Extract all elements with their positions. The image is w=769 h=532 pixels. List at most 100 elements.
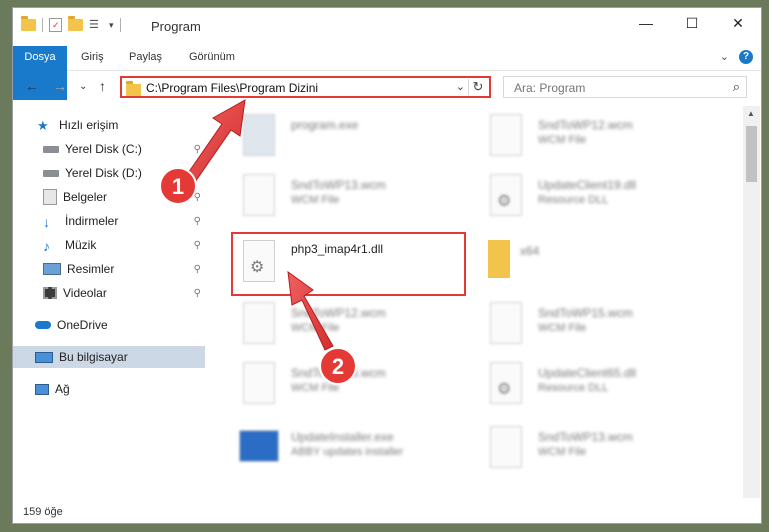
file-type: WCM File — [538, 134, 587, 146]
sidebar-item-disk-d[interactable]: Yerel Disk (D:) ⚲ — [13, 162, 205, 184]
file-icon — [243, 362, 275, 404]
view-options-icon[interactable]: ☰ — [89, 18, 103, 32]
file-list: program.exe SndToWP12.wcm WCM File SndTo… — [218, 106, 743, 498]
address-bar[interactable]: C:\Program Files\Program Dizini ⌄ ↻ — [120, 76, 491, 98]
search-input[interactable] — [512, 80, 716, 96]
status-bar: 159 öğe ☷ ▦ — [13, 500, 761, 523]
expand-ribbon-icon[interactable]: ⌄ — [720, 50, 729, 64]
file-type: WCM File — [538, 322, 587, 334]
pin-icon[interactable]: ⚲ — [194, 168, 201, 179]
minimize-button[interactable]: — — [623, 8, 669, 38]
file-item[interactable]: UpdateInstaller.exe ABBY updates install… — [233, 422, 463, 476]
navigation-pane: ★ Hızlı erişim Yerel Disk (C:) ⚲ Yerel D… — [13, 108, 205, 498]
file-icon — [490, 426, 522, 468]
sidebar-item-onedrive[interactable]: OneDrive — [13, 314, 205, 336]
drive-icon — [43, 145, 59, 153]
explorer-window: ✓ ☰ ▾ Program — ☐ ✕ Dosya Giriş Paylaş G… — [13, 8, 761, 523]
sidebar-item-this-pc[interactable]: Bu bilgisayar — [13, 346, 205, 368]
help-icon[interactable]: ? — [739, 50, 753, 64]
window-title: Program — [151, 19, 201, 34]
dll-file-icon: ⚙ — [490, 362, 522, 404]
tab-home[interactable]: Giriş — [75, 46, 110, 68]
file-item[interactable]: ⚙ UpdateClient65.dll Resource DLL — [480, 358, 710, 412]
recent-locations-button[interactable]: ⌄ — [79, 81, 87, 92]
file-item[interactable]: SndToWP13.wcm WCM File — [480, 422, 710, 476]
sidebar-item-label: Belgeler — [63, 190, 108, 204]
music-icon: ♪ — [43, 238, 50, 254]
back-button[interactable]: ← — [25, 78, 39, 94]
new-folder-icon[interactable] — [68, 16, 83, 31]
refresh-button[interactable]: ↻ — [468, 79, 487, 95]
exe-file-icon — [243, 114, 275, 156]
item-count: 159 öğe — [23, 506, 63, 518]
quick-access-toolbar: ✓ ☰ ▾ — [21, 16, 121, 32]
file-item[interactable]: SndToWP12.wcm WCM File — [480, 110, 710, 164]
scroll-up-icon[interactable]: ▲ — [747, 109, 755, 118]
sidebar-item-label: Hızlı erişim — [59, 118, 119, 132]
folder-icon — [488, 240, 510, 278]
sidebar-item-music[interactable]: ♪ Müzik ⚲ — [13, 234, 205, 256]
ribbon-tabs: Dosya Giriş Paylaş Görünüm ⌄ ? — [13, 44, 761, 100]
scroll-thumb[interactable] — [746, 126, 757, 182]
file-item[interactable]: SndToWP12.wcm WCM File — [233, 298, 463, 352]
dll-file-icon: ⚙ — [490, 174, 522, 216]
sidebar-item-label: Yerel Disk (C:) — [65, 142, 142, 156]
file-icon — [243, 174, 275, 216]
pin-icon[interactable]: ⚲ — [194, 240, 201, 251]
tab-share[interactable]: Paylaş — [123, 46, 168, 68]
vertical-scrollbar[interactable]: ▲ — [743, 106, 760, 498]
sidebar-item-quick-access[interactable]: ★ Hızlı erişim — [13, 114, 205, 136]
folder-icon — [21, 16, 36, 31]
sidebar-item-pictures[interactable]: Resimler ⚲ — [13, 258, 205, 280]
search-icon[interactable]: ⌕ — [733, 79, 740, 95]
folder-icon — [126, 81, 141, 96]
close-button[interactable]: ✕ — [715, 8, 761, 38]
title-bar: ✓ ☰ ▾ Program — ☐ ✕ — [13, 8, 761, 44]
sidebar-item-disk-c[interactable]: Yerel Disk (C:) ⚲ — [13, 138, 205, 160]
file-type: WCM File — [538, 446, 587, 458]
sidebar-item-label: Ağ — [55, 382, 70, 396]
sidebar-item-downloads[interactable]: ↓ İndirmeler ⚲ — [13, 210, 205, 232]
pin-icon[interactable]: ⚲ — [194, 288, 201, 299]
file-type: ABBY updates installer — [291, 446, 404, 458]
file-icon — [490, 302, 522, 344]
pin-icon[interactable]: ⚲ — [194, 144, 201, 155]
file-name: UpdateClient19.dll — [538, 178, 637, 192]
properties-icon[interactable]: ✓ — [49, 18, 62, 32]
tab-view[interactable]: Görünüm — [183, 46, 241, 68]
sidebar-item-label: OneDrive — [57, 318, 108, 332]
sidebar-item-network[interactable]: Ağ — [13, 378, 205, 400]
divider — [42, 18, 43, 32]
drive-icon — [43, 169, 59, 177]
search-box[interactable]: ⌕ — [503, 76, 747, 98]
file-icon — [490, 114, 522, 156]
forward-button[interactable]: → — [53, 78, 67, 94]
customize-toolbar-icon[interactable]: ▾ — [109, 20, 114, 31]
file-item[interactable]: SndToWP13.wcm WCM File — [233, 170, 463, 224]
sidebar-item-label: Müzik — [65, 238, 97, 252]
cloud-icon — [35, 321, 51, 329]
file-item[interactable]: SndToWP15.wcm WCM File — [480, 298, 710, 352]
file-name: SndToWP13.wcm — [291, 366, 386, 380]
address-path[interactable]: C:\Program Files\Program Dizini — [146, 81, 318, 95]
navigation-bar: ← → ⌄ ↑ C:\Program Files\Program Dizini … — [13, 72, 761, 104]
sidebar-item-videos[interactable]: Videolar ⚲ — [13, 282, 205, 304]
file-type: WCM File — [291, 194, 340, 206]
up-button[interactable]: ↑ — [99, 78, 106, 94]
file-item[interactable]: ⚙ UpdateClient19.dll Resource DLL — [480, 170, 710, 224]
maximize-button[interactable]: ☐ — [669, 8, 715, 38]
file-type: Resource DLL — [538, 382, 609, 394]
file-icon — [243, 302, 275, 344]
pin-icon[interactable]: ⚲ — [194, 264, 201, 275]
file-highlight-box — [231, 232, 466, 296]
sidebar-item-label: Videolar — [63, 286, 107, 300]
file-name: UpdateInstaller.exe — [291, 430, 394, 444]
folder-item[interactable]: x64 — [480, 236, 710, 290]
sidebar-item-documents[interactable]: Belgeler ⚲ — [13, 186, 205, 208]
file-item[interactable]: program.exe — [233, 110, 463, 164]
address-dropdown-icon[interactable]: ⌄ — [456, 80, 465, 93]
pin-icon[interactable]: ⚲ — [194, 192, 201, 203]
pin-icon[interactable]: ⚲ — [194, 216, 201, 227]
file-item[interactable]: SndToWP13.wcm WCM File — [233, 358, 463, 412]
file-name: program.exe — [291, 118, 359, 132]
